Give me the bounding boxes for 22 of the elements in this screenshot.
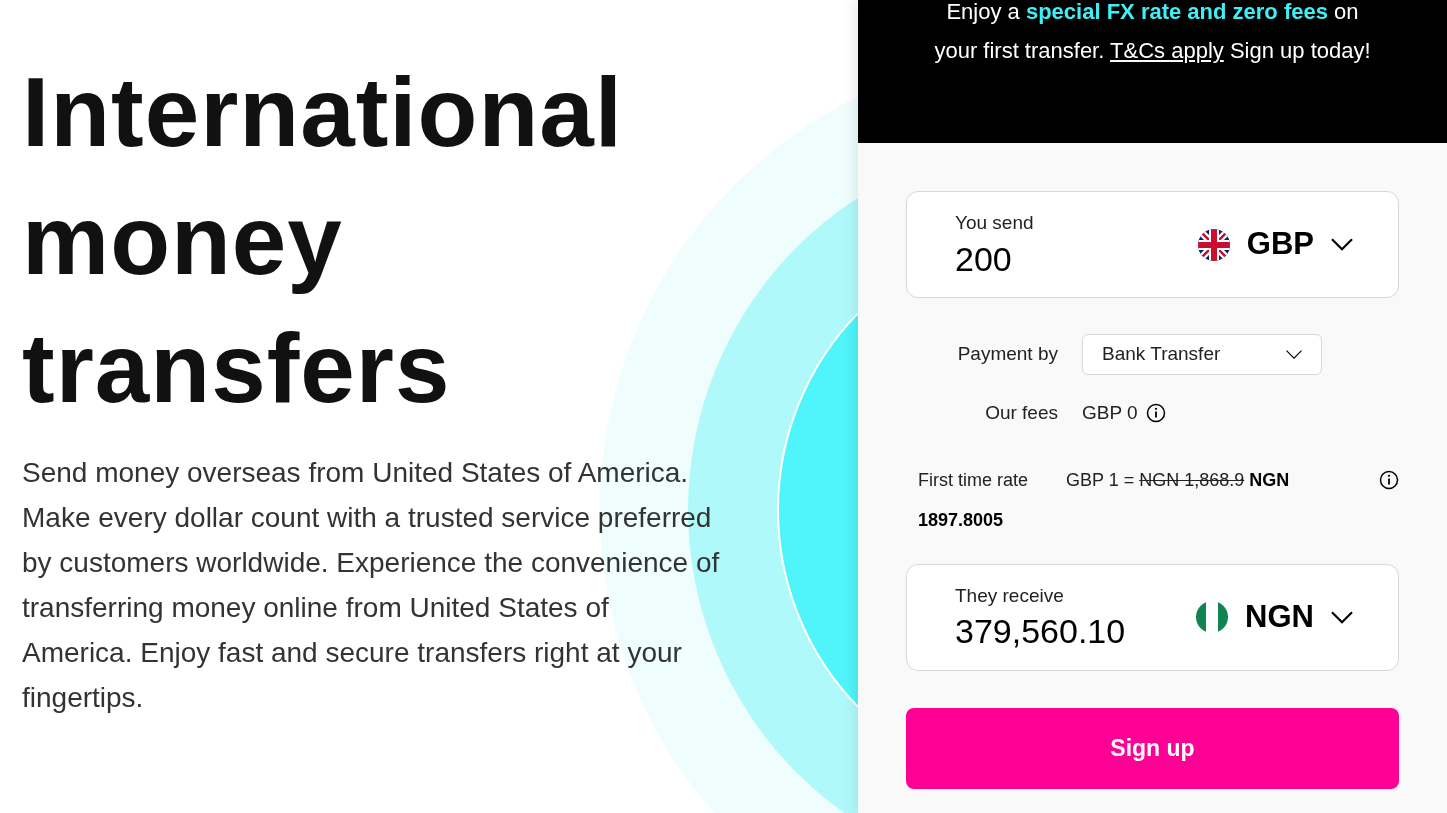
currency-selector[interactable]: GBP: [1196, 221, 1354, 268]
promo-text: Enjoy a special FX rate and zero fees on your first transfer. T&Cs apply Sign up today!: [933, 0, 1372, 65]
chevron-down-icon: [1285, 349, 1303, 360]
sign-up-button[interactable]: Sign up: [906, 707, 1399, 789]
chevron-down-icon: [1330, 609, 1354, 625]
description-text: Send money overseas from United States of America. Make every dollar count with a trusted service preferred by customers worldwide. Experience the convenience of transferring money online from United States of America. Enjoy fast and secure transfers right at your fingertips.: [22, 456, 721, 715]
info-icon[interactable]: [1145, 403, 1166, 424]
receive-amount-field[interactable]: 379,560.10: [955, 610, 1126, 653]
info-icon[interactable]: [1379, 469, 1399, 490]
amount-label: You send: [955, 211, 1034, 236]
payment-label: Payment by: [956, 342, 1059, 367]
fees-value: GBP 0: [1082, 401, 1138, 425]
flag-icon: [1195, 600, 1230, 634]
fees-label: Our fees: [984, 401, 1059, 425]
payment-method-dropdown[interactable]: Bank Transfer: [1082, 334, 1322, 375]
headline: International money transfers: [22, 56, 625, 425]
rate-text: First time rate GBP 1 = NGN 1,868.9 NGN 1897.8005: [917, 468, 1291, 532]
chevron-down-icon: [1330, 237, 1354, 252]
terms-link[interactable]: T&Cs apply: [1110, 38, 1224, 63]
send-amount-field[interactable]: 200: [955, 237, 1034, 280]
amount-label: They receive: [955, 583, 1065, 608]
currency-selector[interactable]: NGN: [1195, 593, 1354, 641]
